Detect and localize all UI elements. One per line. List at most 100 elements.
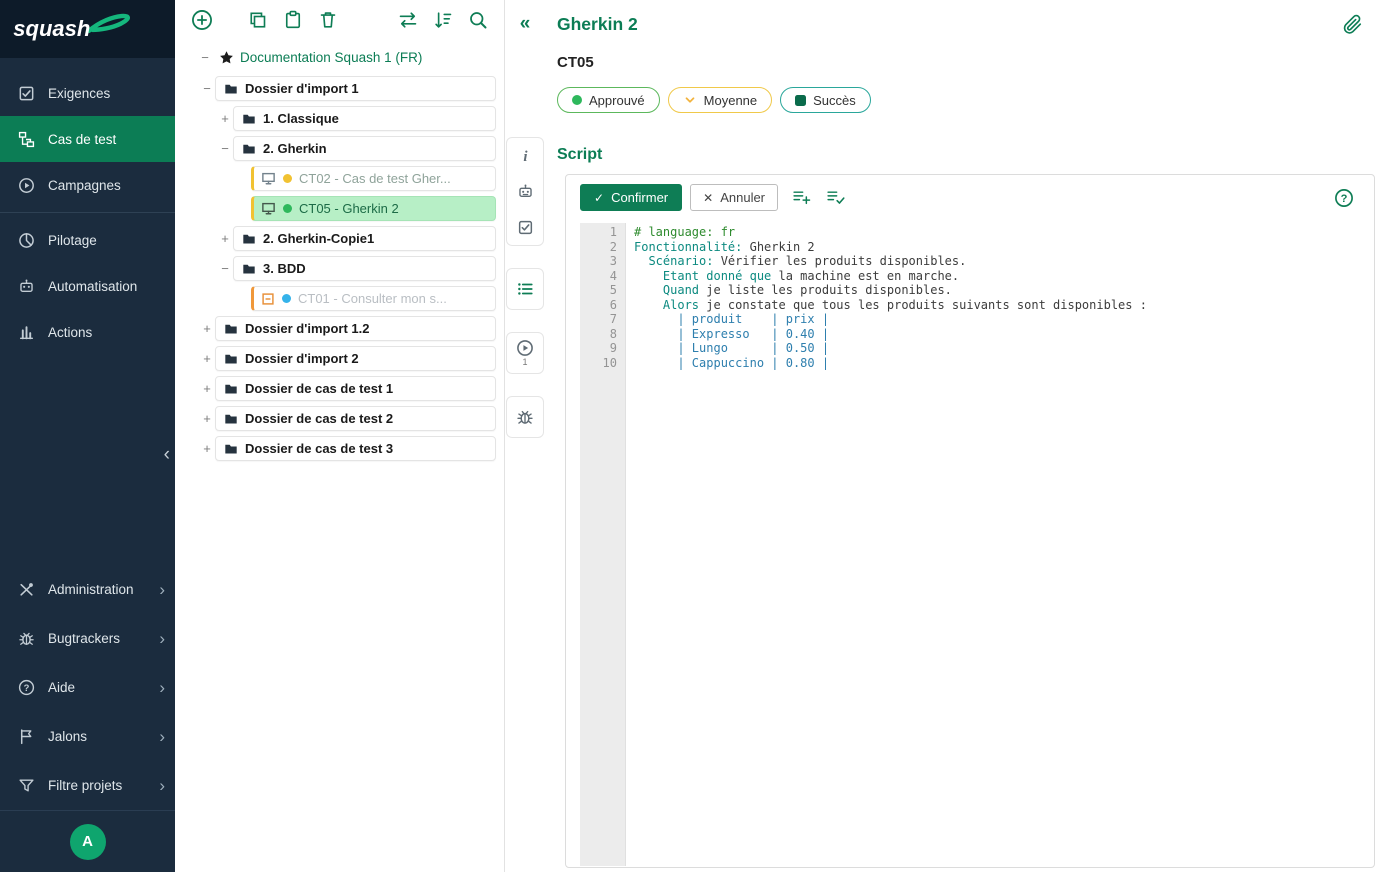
sidebar-item-bugtrackers[interactable]: Bugtrackers› <box>0 614 175 663</box>
folder-icon <box>242 112 256 126</box>
tree-node-label: 2. Gherkin <box>263 141 327 156</box>
tree-folder[interactable]: Dossier de cas de test 2 <box>215 406 496 431</box>
tree-nodes: −Dossier d'import 1+1. Classique−2. Gher… <box>175 76 504 461</box>
code-area[interactable]: # language: frFonctionnalité: Gherkin 2 … <box>626 223 1373 866</box>
sidebar-item-administration[interactable]: Administration› <box>0 565 175 614</box>
tree-folder[interactable]: Dossier d'import 1.2 <box>215 316 496 341</box>
search-button[interactable] <box>468 10 488 30</box>
code-line: | Expresso | 0.40 | <box>634 327 1373 342</box>
collapse-panel-button[interactable]: « <box>520 14 531 33</box>
sidebar-item-jalons[interactable]: Jalons› <box>0 712 175 761</box>
tree-root-project[interactable]: − Documentation Squash 1 (FR) <box>175 44 504 70</box>
sidebar-item-label: Actions <box>48 325 92 340</box>
tree-toggle-icon[interactable]: + <box>217 111 233 126</box>
tree-toggle-icon[interactable]: − <box>199 81 215 96</box>
tree-folder[interactable]: 3. BDD <box>233 256 496 281</box>
create-button[interactable] <box>191 9 213 31</box>
code-line: Etant donné que la machine est en marche… <box>634 269 1373 284</box>
tree-folder[interactable]: Dossier de cas de test 1 <box>215 376 496 401</box>
main-content: Gherkin 2 CT05 ApprouvéMoyenneSuccès Scr… <box>545 0 1390 872</box>
insert-table-button[interactable] <box>792 189 812 206</box>
tree-test-case[interactable]: CT05 - Gherkin 2 <box>251 196 496 221</box>
rail-script-tab[interactable] <box>506 268 544 310</box>
code-token: Alors <box>663 298 699 312</box>
tree-folder[interactable]: 1. Classique <box>233 106 496 131</box>
tree-folder[interactable]: Dossier d'import 2 <box>215 346 496 371</box>
code-token: | Cappuccino | 0.80 | <box>677 356 829 370</box>
requirements-icon <box>18 85 35 102</box>
paste-button[interactable] <box>283 10 303 30</box>
badge-label: Succès <box>813 93 856 108</box>
tree-folder[interactable]: 2. Gherkin <box>233 136 496 161</box>
test-case-icon <box>261 171 276 186</box>
cancel-button[interactable]: ✕ Annuler <box>690 184 778 211</box>
sidebar-nav-top: ExigencesCas de testCampagnes Pilotage Aut… <box>0 58 175 355</box>
tree-toggle-icon[interactable]: − <box>217 261 233 276</box>
rail-issues-tab[interactable] <box>506 396 544 438</box>
rail-requirements-tab[interactable] <box>517 219 534 236</box>
tree-node-label: CT01 - Consulter mon s... <box>298 291 447 306</box>
sidebar-collapse-button[interactable]: ‹ <box>164 444 170 466</box>
help-icon: ? <box>18 679 35 696</box>
code-token: Vérifier les produits disponibles. <box>713 254 966 268</box>
sidebar-item-label: Automatisation <box>48 279 137 294</box>
line-numbers-gutter: 12345678910 <box>580 223 626 866</box>
svg-text:?: ? <box>24 683 30 694</box>
sidebar-item-filtre-projets[interactable]: Filtre projets› <box>0 761 175 810</box>
rail-info-tab[interactable]: i <box>517 147 534 164</box>
app-logo[interactable]: squash <box>0 0 175 58</box>
tree-test-case[interactable]: CT01 - Consulter mon s... <box>251 286 496 311</box>
validate-script-button[interactable] <box>826 189 846 206</box>
tree-row: +Dossier de cas de test 1 <box>175 376 496 401</box>
tree-toggle-icon[interactable]: + <box>217 231 233 246</box>
tree-toggle-icon[interactable]: + <box>199 441 215 456</box>
tree-toggle-icon[interactable]: + <box>199 321 215 336</box>
badge-execution[interactable]: Succès <box>780 87 871 113</box>
tree-folder[interactable]: 2. Gherkin-Copie1 <box>233 226 496 251</box>
bdd-test-case-icon <box>261 292 275 306</box>
import-export-button[interactable] <box>398 10 418 30</box>
avatar[interactable]: A <box>70 824 106 860</box>
page-title: Gherkin 2 <box>557 14 638 35</box>
confirm-button[interactable]: ✓ Confirmer <box>580 184 682 211</box>
tree-root-toggle[interactable]: − <box>197 50 213 65</box>
sidebar-item-automatisation[interactable]: Automatisation <box>0 263 175 309</box>
sidebar-item-actions[interactable]: Actions <box>0 309 175 355</box>
tree-test-case[interactable]: CT02 - Cas de test Gher... <box>251 166 496 191</box>
status-dot-icon <box>282 294 291 303</box>
code-token <box>634 269 663 283</box>
delete-button[interactable] <box>318 10 338 30</box>
tree-toggle-icon[interactable]: + <box>199 351 215 366</box>
main-panel: « i 1 Gherkin <box>505 0 1390 872</box>
sidebar-item-aide[interactable]: ?Aide› <box>0 663 175 712</box>
badge-status[interactable]: Approuvé <box>557 87 660 113</box>
tree-toggle-icon[interactable]: − <box>217 141 233 156</box>
test-case-icon <box>261 201 276 216</box>
sort-button[interactable] <box>433 10 453 30</box>
tree-folder[interactable]: Dossier de cas de test 3 <box>215 436 496 461</box>
line-number: 3 <box>580 254 617 269</box>
tree-folder[interactable]: Dossier d'import 1 <box>215 76 496 101</box>
tree-toggle-icon[interactable]: + <box>199 381 215 396</box>
copy-button[interactable] <box>248 10 268 30</box>
badge-importance[interactable]: Moyenne <box>668 87 772 113</box>
tree-row: +Dossier d'import 2 <box>175 346 496 371</box>
tree-node-label: Dossier d'import 1 <box>245 81 359 96</box>
sidebar-item-cas-de-test[interactable]: Cas de test <box>0 116 175 162</box>
paperclip-icon[interactable] <box>1341 13 1363 35</box>
chevron-right-icon: › <box>159 581 165 598</box>
help-button[interactable]: ? <box>1334 188 1354 208</box>
campaigns-icon <box>18 177 35 194</box>
list-icon <box>516 280 534 298</box>
rail-executions-tab[interactable]: 1 <box>506 332 544 374</box>
rail-automation-tab[interactable] <box>517 183 534 200</box>
anchor-rail: « i 1 <box>505 0 545 872</box>
sidebar-item-campagnes[interactable]: Campagnes <box>0 162 175 208</box>
tree-toggle-icon[interactable]: + <box>199 411 215 426</box>
sidebar-item-pilotage[interactable]: Pilotage <box>0 217 175 263</box>
filter-icon <box>18 777 35 794</box>
tree-node-label: CT05 - Gherkin 2 <box>299 201 399 216</box>
script-section-title: Script <box>557 146 1375 164</box>
code-token: la machine est en marche. <box>771 269 959 283</box>
sidebar-item-exigences[interactable]: Exigences <box>0 70 175 116</box>
